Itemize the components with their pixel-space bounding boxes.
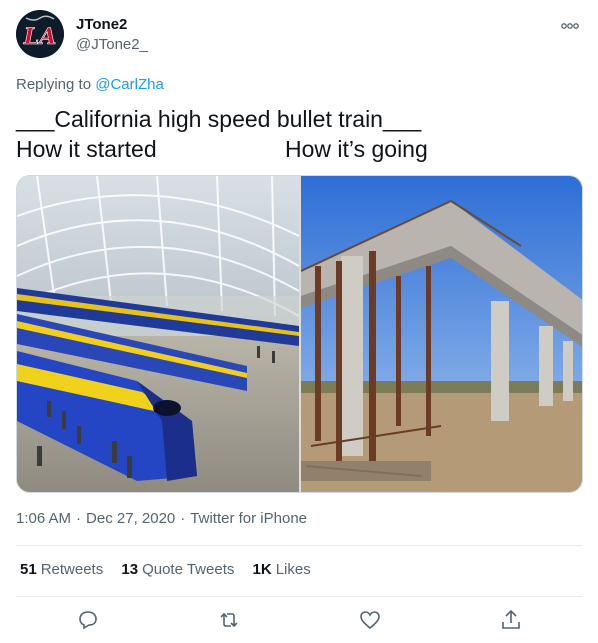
divider <box>16 545 582 546</box>
like-button[interactable] <box>358 608 382 632</box>
avatar[interactable]: LA <box>16 10 64 58</box>
author-name[interactable]: JTone2 <box>76 16 127 33</box>
divider <box>16 596 582 597</box>
reply-icon <box>79 611 97 630</box>
caption-how-it-started: How it started <box>16 136 157 162</box>
tweet-source[interactable]: Twitter for iPhone <box>190 510 307 527</box>
caption-how-its-going: How it’s going <box>285 136 428 162</box>
share-button[interactable] <box>499 608 523 632</box>
tweet-date[interactable]: Dec 27, 2020 <box>86 510 175 527</box>
reply-target-link[interactable]: @CarlZha <box>95 76 164 93</box>
reply-button[interactable] <box>76 608 100 632</box>
likes-stat[interactable]: 1K Likes <box>253 561 311 578</box>
more-options-button[interactable] <box>558 16 582 36</box>
tweet-actions <box>0 598 598 642</box>
tweet-meta: 1:06 AM · Dec 27, 2020 · Twitter for iPhone <box>16 510 307 527</box>
quote-tweets-stat[interactable]: 13 Quote Tweets <box>121 561 234 578</box>
tweet-text: ___California high speed bullet train___… <box>16 104 582 164</box>
train-station-rendering[interactable] <box>17 176 300 492</box>
retweet-icon <box>220 612 238 628</box>
retweet-button[interactable] <box>217 608 241 632</box>
tweet-media <box>16 175 583 493</box>
unfinished-viaduct-photo[interactable] <box>300 176 582 492</box>
more-icon <box>561 23 579 29</box>
author-handle[interactable]: @JTone2_ <box>76 36 148 53</box>
svg-text:LA: LA <box>23 24 57 50</box>
tweet-time[interactable]: 1:06 AM <box>16 510 71 527</box>
like-icon <box>360 611 380 630</box>
replying-to: Replying to @CarlZha <box>16 76 164 93</box>
replying-to-label: Replying to <box>16 76 92 93</box>
retweets-stat[interactable]: 51 Retweets <box>20 561 103 578</box>
tweet-line-1: ___California high speed bullet train___ <box>16 106 422 132</box>
share-icon <box>502 609 520 629</box>
la-angels-logo-icon: LA <box>16 10 64 58</box>
tweet-line-2: How it started How it’s going <box>16 134 582 164</box>
tweet-stats: 51 Retweets 13 Quote Tweets 1K Likes <box>20 561 325 578</box>
tweet-header: LA JTone2 @JTone2_ <box>16 10 582 62</box>
